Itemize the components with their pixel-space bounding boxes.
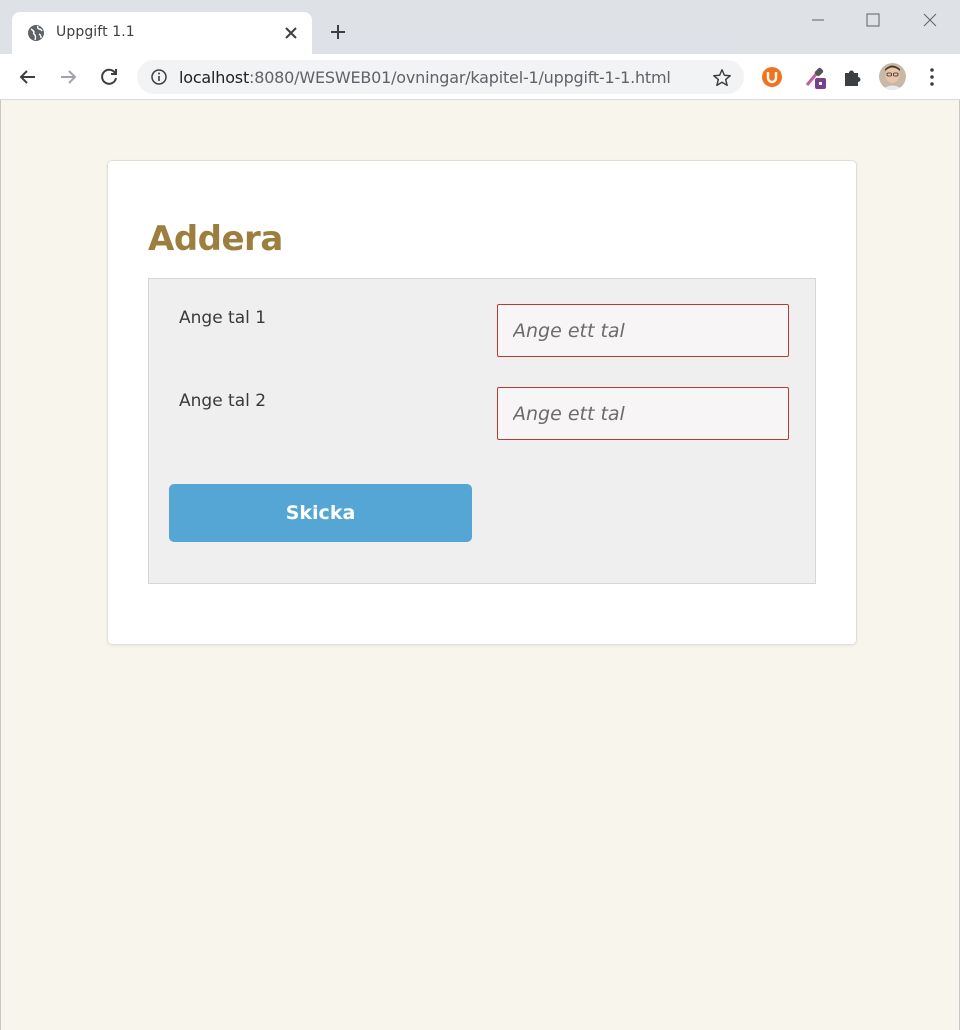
minimize-icon[interactable]	[806, 8, 830, 32]
number-2-input[interactable]	[497, 387, 789, 440]
url-host: localhost	[179, 68, 250, 87]
new-tab-icon[interactable]	[326, 20, 350, 44]
back-arrow-icon[interactable]	[16, 65, 40, 89]
page-title: Addera	[148, 219, 283, 259]
tab-title: Uppgift 1.1	[56, 24, 135, 40]
more-menu-icon[interactable]	[920, 65, 944, 89]
profile-photo-icon	[879, 63, 906, 90]
url-path: :8080/WESWEB01/ovningar/kapitel-1/uppgif…	[249, 68, 671, 87]
info-icon[interactable]	[150, 68, 168, 86]
browser-toolbar: localhost:8080/WESWEB01/ovningar/kapitel…	[0, 54, 960, 100]
submit-button[interactable]: Skicka	[169, 484, 472, 542]
address-bar[interactable]: localhost:8080/WESWEB01/ovningar/kapitel…	[137, 60, 744, 94]
color-picker-extension-icon[interactable]	[803, 65, 827, 89]
window-close-icon[interactable]	[918, 8, 942, 32]
browser-tab[interactable]: Uppgift 1.1	[12, 12, 312, 54]
browser-chrome: Uppgift 1.1 localhost:8080/WESWEB01/ovni…	[0, 0, 960, 100]
number-1-input[interactable]	[497, 304, 789, 357]
reload-icon[interactable]	[97, 65, 121, 89]
forward-arrow-icon[interactable]	[56, 65, 80, 89]
page-viewport: Addera Ange tal 1 Ange tal 2 Skicka	[0, 100, 960, 1030]
globe-icon	[28, 25, 44, 41]
profile-avatar[interactable]	[879, 63, 906, 90]
label-number-1: Ange tal 1	[179, 308, 267, 328]
add-form: Ange tal 1 Ange tal 2 Skicka	[148, 278, 816, 584]
close-tab-icon[interactable]	[282, 24, 300, 42]
maximize-icon[interactable]	[861, 8, 885, 32]
extensions-puzzle-icon[interactable]	[840, 65, 864, 89]
ublock-extension-icon[interactable]	[760, 65, 784, 89]
content-card: Addera Ange tal 1 Ange tal 2 Skicka	[107, 160, 857, 645]
tab-strip: Uppgift 1.1	[0, 0, 960, 54]
bookmark-star-icon[interactable]	[711, 67, 733, 89]
label-number-2: Ange tal 2	[179, 391, 267, 411]
url-text[interactable]: localhost:8080/WESWEB01/ovningar/kapitel…	[179, 68, 671, 87]
